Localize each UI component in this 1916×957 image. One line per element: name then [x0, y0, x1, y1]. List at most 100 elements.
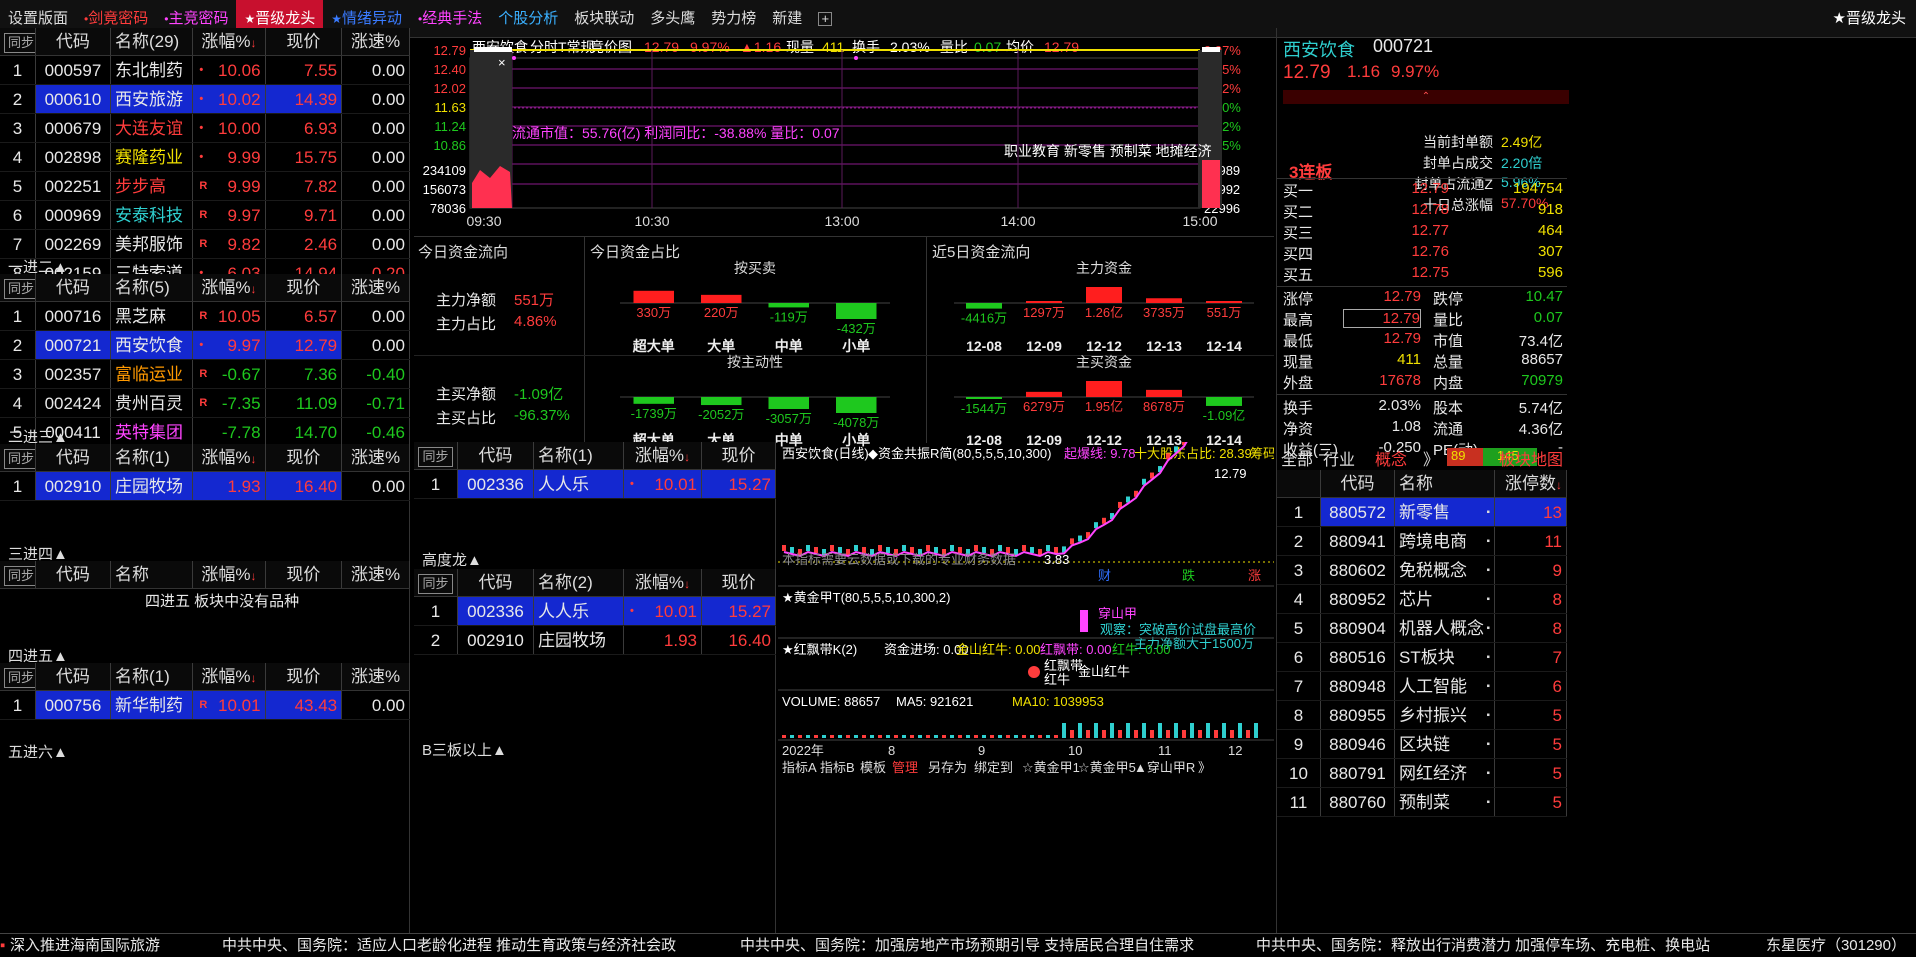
table-row[interactable]: 1 880572 新零售 ▪ 13: [1277, 498, 1567, 527]
table-row[interactable]: 11 880760 预制菜 ▪ 5: [1277, 788, 1567, 817]
sync-button[interactable]: 同步: [0, 274, 36, 301]
stock-name[interactable]: 大连友谊: [111, 114, 194, 142]
sector-name-cell[interactable]: 网红经济 ▪: [1395, 759, 1495, 787]
stock-name[interactable]: 富临运业: [111, 360, 194, 388]
col-header-spd[interactable]: 涨速%: [342, 663, 410, 690]
table-row[interactable]: 4 002424 贵州百灵 R -7.35 11.09 -0.71: [0, 389, 410, 418]
sector-tab[interactable]: 全部: [1281, 446, 1313, 470]
bid-price[interactable]: 12.76: [1369, 243, 1449, 260]
stock-name[interactable]: 贵州百灵: [111, 389, 194, 417]
stock-name[interactable]: 步步高: [111, 172, 194, 200]
col-header-code[interactable]: 代码: [1321, 470, 1395, 497]
stock-code[interactable]: 002336: [458, 597, 534, 625]
sector-map-link[interactable]: 板块地图: [1499, 446, 1563, 470]
col-header-name[interactable]: 名称(29): [111, 28, 194, 55]
kline-tab[interactable]: ▲穿山甲R: [1134, 760, 1195, 775]
sync-button[interactable]: 同步: [414, 569, 458, 596]
col-header-code[interactable]: 代码: [36, 561, 111, 588]
table-row[interactable]: 2 880941 跨境电商 ▪ 11: [1277, 527, 1567, 556]
sector-tab[interactable]: 概念: [1375, 446, 1407, 470]
table-row[interactable]: 8 880955 乡村振兴 ▪ 5: [1277, 701, 1567, 730]
sector-code[interactable]: 880946: [1321, 730, 1395, 758]
table-row[interactable]: 2 000721 西安饮食 • 9.97 12.79 0.00: [0, 331, 410, 360]
col-header-name[interactable]: 名称: [1395, 470, 1495, 497]
sector-name-cell[interactable]: 免税概念 ▪: [1395, 556, 1495, 584]
ticker-item-3[interactable]: 中共中央、国务院：加强房地产市场预期引导 支持居民合理自住需求: [740, 934, 1194, 957]
stock-name[interactable]: 安泰科技: [111, 201, 194, 229]
col-header-code[interactable]: 代码: [36, 663, 111, 690]
stock-name[interactable]: 新华制药: [110, 691, 194, 719]
col-header-price[interactable]: 现价: [266, 28, 343, 55]
sector-code[interactable]: 880516: [1321, 643, 1395, 671]
col-header-spd[interactable]: 涨速%: [342, 561, 410, 588]
col-header-chg[interactable]: 涨幅%↓: [624, 442, 702, 469]
menu-item-7[interactable]: 板块联动: [566, 0, 642, 38]
sector-tab[interactable]: 行业: [1323, 446, 1355, 470]
table-row[interactable]: 4 880952 芯片 ▪ 8: [1277, 585, 1567, 614]
table-row[interactable]: 6 880516 ST板块 ▪ 7: [1277, 643, 1567, 672]
col-header-name[interactable]: 名称(1): [111, 663, 194, 690]
sync-button[interactable]: 同步: [0, 444, 36, 471]
col-header-chg[interactable]: 涨幅%↓: [624, 569, 702, 596]
table-row[interactable]: 1 002336 人人乐 • 10.01 15.27: [414, 597, 776, 626]
stock-code[interactable]: 002336: [458, 470, 534, 498]
kline-tab[interactable]: 指标A: [782, 760, 817, 775]
col-header-price[interactable]: 现价: [266, 274, 343, 301]
table-row[interactable]: 3 880602 免税概念 ▪ 9: [1277, 556, 1567, 585]
col-header-price[interactable]: 现价: [266, 663, 343, 690]
table-row[interactable]: 1 000597 东北制药 • 10.06 7.55 0.00: [0, 56, 410, 85]
col-header-code[interactable]: 代码: [36, 444, 111, 471]
sector-code[interactable]: 880955: [1321, 701, 1395, 729]
col-header-chg[interactable]: 涨幅%↓: [193, 274, 266, 301]
menu-item-8[interactable]: 多头鹰: [642, 0, 703, 38]
stock-code[interactable]: 000597: [36, 56, 111, 84]
stock-name[interactable]: 赛隆药业: [111, 143, 194, 171]
section-title[interactable]: B三板以上▲: [422, 739, 507, 760]
col-header-name[interactable]: 名称(5): [111, 274, 194, 301]
col-header-chg[interactable]: 涨幅%↓: [193, 444, 266, 471]
sector-name-cell[interactable]: ST板块 ▪: [1395, 643, 1495, 671]
sync-button[interactable]: 同步: [414, 442, 458, 469]
stock-code[interactable]: 002910: [35, 472, 111, 500]
col-header-price[interactable]: 现价: [702, 569, 776, 596]
table-row[interactable]: 7 002269 美邦服饰 R 9.82 2.46 0.00: [0, 230, 410, 259]
table-row[interactable]: 5 002251 步步高 R 9.99 7.82 0.00: [0, 172, 410, 201]
section-title[interactable]: 五进六▲: [8, 741, 68, 762]
table-row[interactable]: 3 000679 大连友谊 • 10.00 6.93 0.00: [0, 114, 410, 143]
kline-tab[interactable]: 指标B: [820, 760, 855, 775]
add-tab-icon[interactable]: +: [810, 0, 840, 38]
sector-code[interactable]: 880602: [1321, 556, 1395, 584]
kline-tab[interactable]: 管理: [892, 760, 918, 775]
stock-code[interactable]: 002269: [36, 230, 111, 258]
sector-code[interactable]: 880572: [1321, 498, 1395, 526]
stock-name[interactable]: 西安饮食: [110, 331, 194, 359]
col-header-chg[interactable]: 涨幅%↓: [193, 663, 266, 690]
col-header-code[interactable]: 代码: [36, 28, 111, 55]
sector-code[interactable]: 880904: [1321, 614, 1395, 642]
kline-tab[interactable]: 模板: [860, 760, 886, 775]
table-row[interactable]: 6 000969 安泰科技 R 9.97 9.71 0.00: [0, 201, 410, 230]
kline-tab[interactable]: 另存为: [928, 760, 967, 775]
sector-name-cell[interactable]: 乡村振兴 ▪: [1395, 701, 1495, 729]
stock-name[interactable]: 西安旅游: [110, 85, 194, 113]
table-row[interactable]: 3 002357 富临运业 R -0.67 7.36 -0.40: [0, 360, 410, 389]
menu-item-9[interactable]: 势力榜: [703, 0, 764, 38]
col-header-name[interactable]: 名称: [111, 561, 194, 588]
bid-price[interactable]: 12.77: [1369, 222, 1449, 239]
sector-code[interactable]: 880948: [1321, 672, 1395, 700]
sync-button[interactable]: 同步: [0, 28, 36, 55]
stock-name[interactable]: 人人乐: [534, 470, 624, 498]
menu-item-5[interactable]: •经典手法: [410, 0, 490, 38]
bid-price[interactable]: 12.78: [1369, 201, 1449, 218]
table-row[interactable]: 2 000610 西安旅游 • 10.02 14.39 0.00: [0, 85, 410, 114]
section-title[interactable]: 高度龙▲: [422, 549, 482, 570]
sector-name-cell[interactable]: 跨境电商 ▪: [1395, 527, 1495, 555]
stock-name[interactable]: 人人乐: [534, 597, 624, 625]
stock-name[interactable]: 东北制药: [111, 56, 194, 84]
sync-button[interactable]: 同步: [0, 561, 36, 588]
ticker-stock[interactable]: 东星医疗（301290）: [1766, 934, 1906, 957]
stock-name[interactable]: 庄园牧场: [110, 472, 194, 500]
sector-code[interactable]: 880952: [1321, 585, 1395, 613]
kline-tab[interactable]: 》: [1198, 760, 1211, 775]
news-ticker[interactable]: ▪ 深入推进海南国际旅游 中共中央、国务院：适应人口老龄化进程 推动生育政策与经…: [0, 933, 1916, 957]
